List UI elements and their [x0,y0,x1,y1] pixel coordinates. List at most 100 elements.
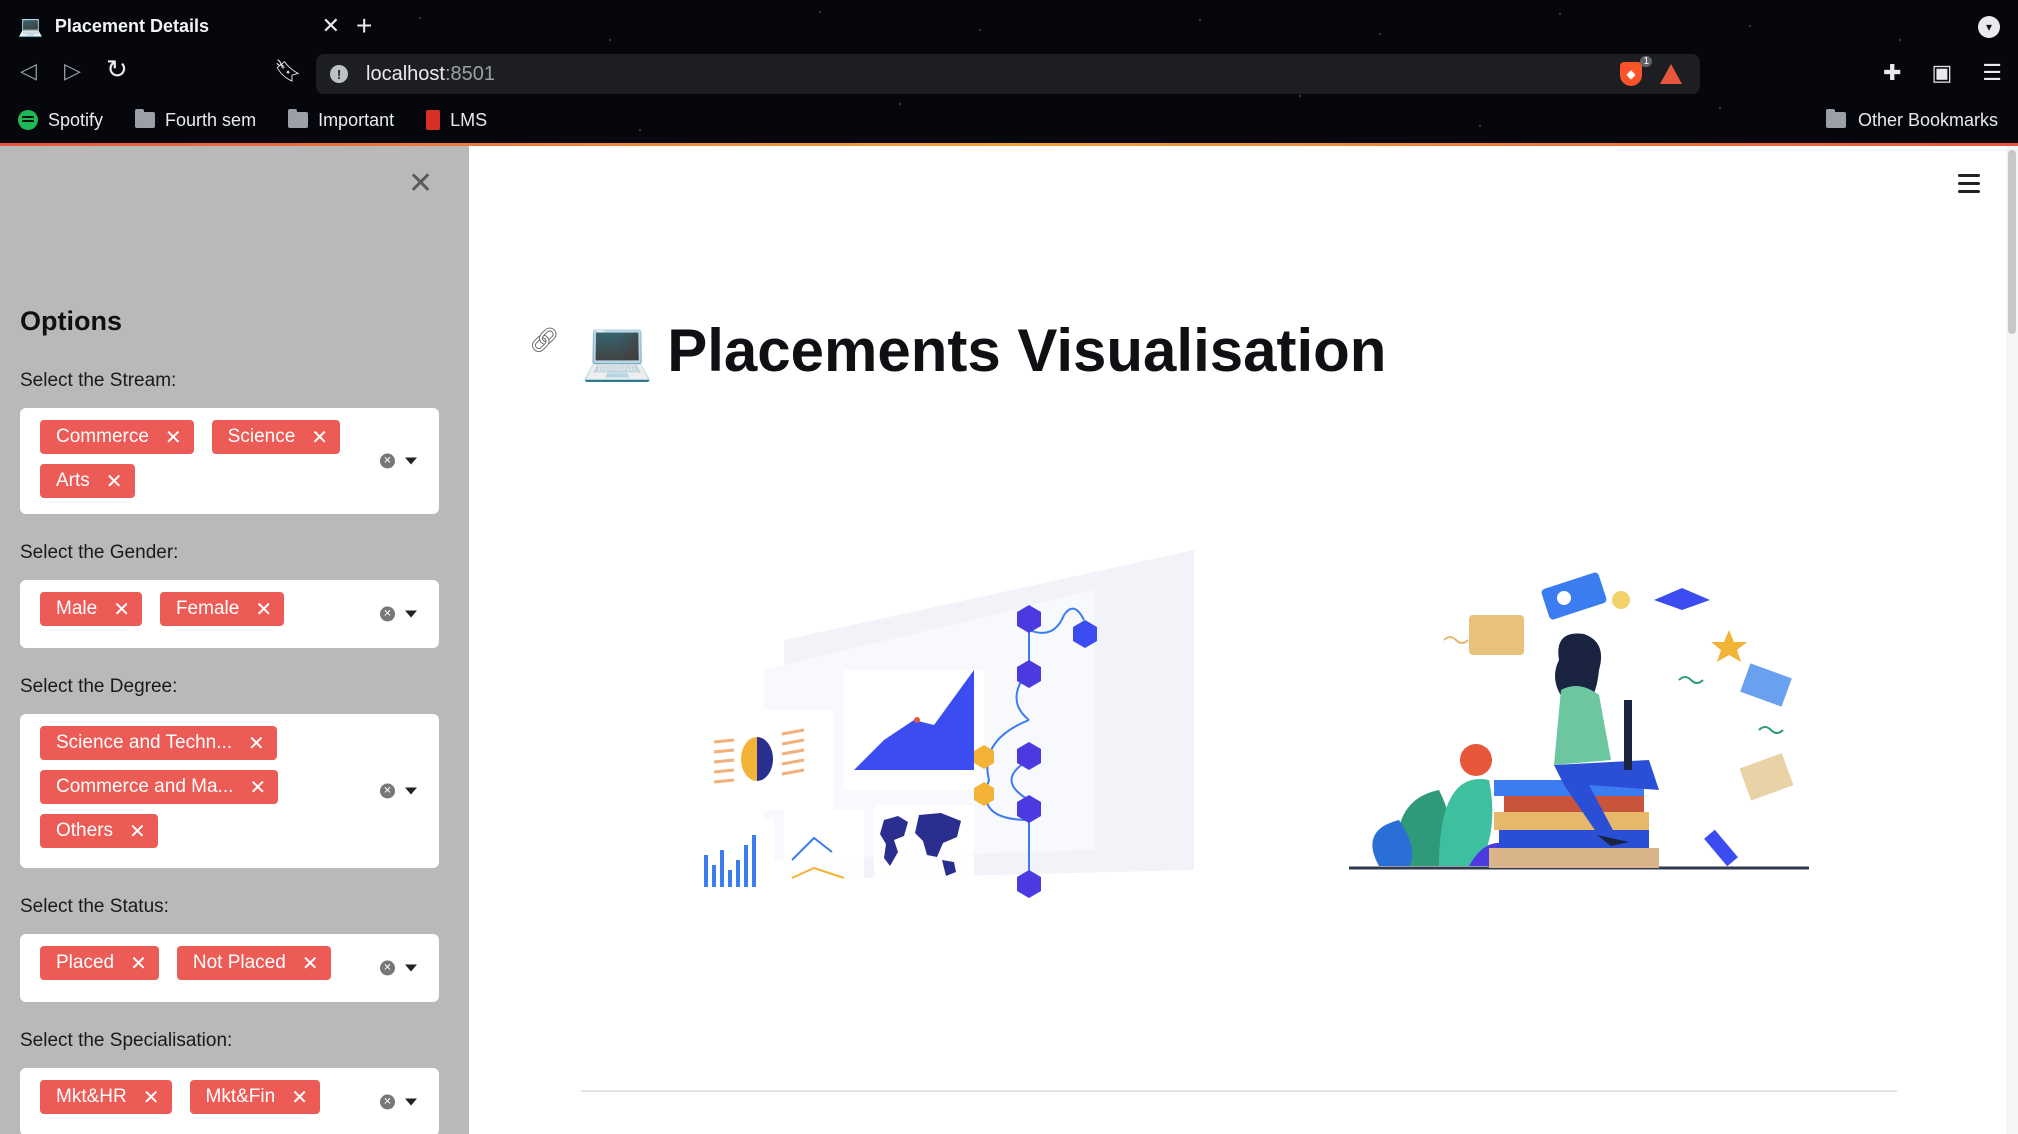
profile-menu-icon[interactable]: ▾ [1978,16,2000,38]
remove-chip-icon[interactable]: ✕ [106,469,123,494]
address-bar[interactable]: ! localhost:8501 ◆ 1 [316,54,1700,94]
back-icon[interactable]: ◁ [20,58,37,84]
bookmark-label: LMS [450,109,488,130]
divider [581,1090,1897,1092]
bookmarks-bar: Spotify Fourth sem Important LMS Other B… [0,104,2018,136]
chip-label: Placed [56,952,115,973]
bookmark-icon[interactable]: 🔖︎ [274,58,302,84]
remove-chip-icon[interactable]: ✕ [255,597,272,622]
lms-icon [426,110,441,130]
remove-chip-icon[interactable]: ✕ [302,951,319,976]
reload-icon[interactable]: ↻ [106,54,128,85]
remove-chip-icon[interactable]: ✕ [249,775,266,800]
gender-label: Select the Gender: [20,542,179,563]
laptop-icon: 💻 [581,317,654,383]
stream-label: Select the Stream: [20,370,177,391]
stream-multiselect[interactable]: Commerce ✕ Science ✕ Arts ✕ ✕ [20,408,439,514]
gender-chip: Female ✕ [159,592,285,626]
toolbar-icons: ✚ ▣ ☰ [1883,60,2002,86]
info-icon[interactable]: ! [330,65,348,83]
brave-shield-icon[interactable]: ◆ 1 [1620,56,1652,86]
scrollbar-thumb[interactable] [2008,150,2016,334]
scrollbar[interactable] [2006,146,2018,1134]
status-chip: Not Placed ✕ [176,946,331,980]
url-port: :8501 [444,62,495,85]
new-tab-button[interactable]: + [356,10,372,42]
clear-all-icon[interactable]: ✕ [380,606,395,622]
chevron-down-icon[interactable] [405,610,417,618]
forward-icon[interactable]: ▷ [64,58,81,84]
remove-chip-icon[interactable]: ✕ [291,1085,308,1110]
stream-chip: Commerce ✕ [40,420,194,454]
bookmark-spotify[interactable]: Spotify [18,110,103,131]
degree-chip: Science and Techn... ✕ [40,726,277,760]
remove-chip-icon[interactable]: ✕ [248,731,265,756]
clear-all-icon[interactable]: ✕ [380,960,395,976]
browser-chrome: 💻 Placement Details ✕ + ▾ ◁ ▷ ↻ 🔖︎ ! loc… [0,0,2018,146]
status-multiselect[interactable]: Placed ✕ Not Placed ✕ ✕ [20,934,439,1002]
folder-icon [288,109,309,128]
multiselect-controls: ✕ [380,783,417,799]
browser-tab[interactable]: 💻 Placement Details ✕ [10,8,348,44]
degree-chip: Others ✕ [40,814,158,848]
shield-count-badge: 1 [1640,56,1652,67]
remove-chip-icon[interactable]: ✕ [311,425,328,450]
multiselect-controls: ✕ [380,606,417,622]
hamburger-menu-icon[interactable] [1958,174,1980,193]
address-bar-actions: ◆ 1 [1620,56,1682,86]
tab-title: Placement Details [54,15,209,36]
bookmark-label: Fourth sem [165,109,257,130]
other-bookmarks-label: Other Bookmarks [1857,109,1998,130]
url-host: localhost [366,62,445,85]
other-bookmarks[interactable]: Other Bookmarks [1825,104,1998,136]
clear-all-icon[interactable]: ✕ [380,453,395,469]
remove-chip-icon[interactable]: ✕ [113,597,130,622]
specialisation-chip: Mkt&HR ✕ [40,1080,172,1114]
degree-label: Select the Degree: [20,676,178,697]
multiselect-controls: ✕ [380,453,417,469]
bookmark-important[interactable]: Important [288,109,394,131]
degree-chip: Commerce and Ma... ✕ [40,770,279,804]
remove-chip-icon[interactable]: ✕ [165,425,182,450]
menu-icon[interactable]: ☰ [1982,60,2002,86]
spotify-icon [18,110,38,130]
specialisation-multiselect[interactable]: Mkt&HR ✕ Mkt&Fin ✕ ✕ [20,1068,439,1134]
chevron-down-icon[interactable] [405,457,417,465]
chip-label: Commerce and Ma... [56,776,234,797]
link-icon[interactable]: 🔗︎ [529,326,559,355]
stream-chip: Science ✕ [211,420,341,454]
clear-all-icon[interactable]: ✕ [380,783,395,799]
rewards-icon[interactable] [1660,64,1682,84]
clear-all-icon[interactable]: ✕ [380,1094,395,1110]
sidebar: ✕ Options Select the Stream: Commerce ✕ S… [0,146,469,1134]
bookmark-fourth-sem[interactable]: Fourth sem [135,109,257,131]
chip-label: Commerce [56,426,149,447]
chevron-down-icon[interactable] [405,1098,417,1106]
remove-chip-icon[interactable]: ✕ [129,819,146,844]
close-icon[interactable]: ✕ [322,13,340,39]
chip-label: Science and Techn... [56,732,233,753]
degree-multiselect[interactable]: Science and Techn... ✕ Commerce and Ma...… [20,714,439,868]
sidebar-title: Options [20,306,122,336]
chip-label: Female [175,598,240,619]
extensions-icon[interactable]: ✚ [1883,60,1901,86]
chip-label: Arts [56,470,90,491]
folder-icon [1825,109,1846,128]
multiselect-controls: ✕ [380,1094,417,1110]
remove-chip-icon[interactable]: ✕ [143,1085,160,1110]
close-sidebar-icon[interactable]: ✕ [408,166,433,201]
chip-label: Mkt&HR [56,1086,127,1107]
bookmark-label: Spotify [48,109,104,130]
bookmark-lms[interactable]: LMS [426,110,487,131]
wallet-icon[interactable]: ▣ [1931,60,1952,86]
chevron-down-icon[interactable] [405,964,417,972]
gender-multiselect[interactable]: Male ✕ Female ✕ ✕ [20,580,439,648]
student-illustration [1349,572,1809,870]
remove-chip-icon[interactable]: ✕ [130,951,147,976]
url-text[interactable]: localhost:8501 [366,63,495,86]
chevron-down-icon[interactable] [405,787,417,795]
stream-chip: Arts ✕ [40,464,135,498]
status-chip: Placed ✕ [40,946,159,980]
status-label: Select the Status: [20,896,169,917]
page-title: 💻 Placements Visualisation [581,316,1386,385]
